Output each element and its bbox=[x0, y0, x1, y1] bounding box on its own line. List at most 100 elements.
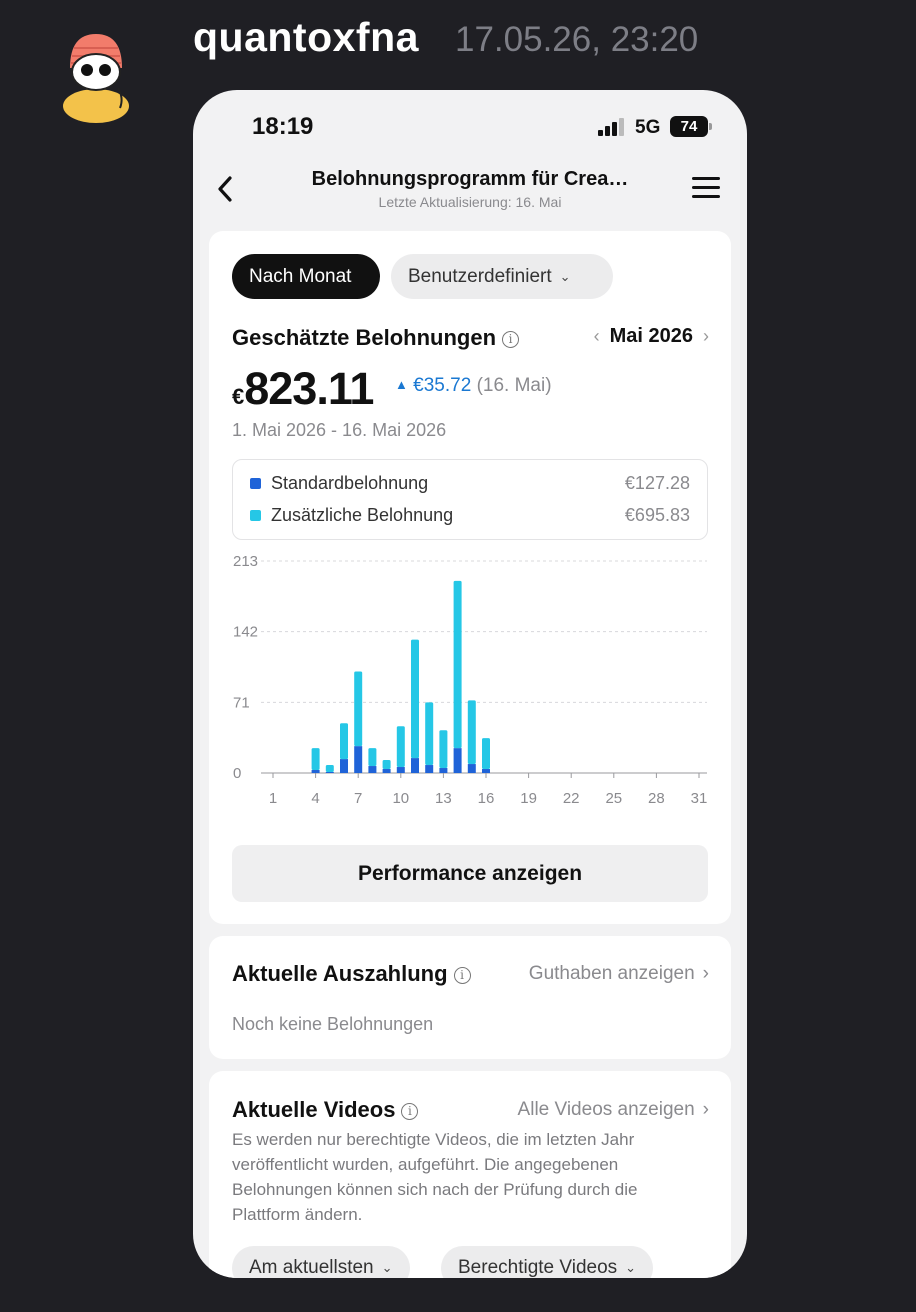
videos-title: Aktuelle Videos bbox=[232, 1097, 396, 1122]
filter-custom[interactable]: Benutzerdefiniert ⌄ bbox=[391, 254, 613, 299]
rewards-title: Geschätzte Belohnungen bbox=[232, 325, 497, 350]
month-selector: ‹ Mai 2026 › bbox=[584, 325, 709, 348]
rewards-bar-chart: 2131427101 4 7 10 13 16 19 22 25 28 31 bbox=[233, 553, 708, 807]
current-month: Mai 2026 bbox=[609, 325, 693, 347]
chevron-down-icon: ⌄ bbox=[559, 269, 571, 285]
x-tick-label: 10 bbox=[392, 790, 409, 807]
filter-label: Berechtigte Videos bbox=[458, 1257, 618, 1278]
delta-date: (16. Mai) bbox=[476, 375, 552, 396]
bar-additional bbox=[411, 639, 419, 759]
x-tick-label: 1 bbox=[269, 790, 277, 807]
bar-standard bbox=[396, 767, 405, 773]
status-bar: 18:19 5G 74 bbox=[193, 90, 747, 160]
amount-value: 823.11 bbox=[244, 363, 374, 414]
payout-card: Aktuelle Auszahlung i Guthaben anzeigen › … bbox=[209, 936, 731, 1059]
prev-month-icon[interactable]: ‹ bbox=[594, 326, 600, 346]
bar-additional bbox=[325, 765, 334, 773]
payout-heading: Aktuelle Auszahlung i bbox=[232, 961, 471, 987]
x-tick-label: 19 bbox=[520, 790, 537, 807]
x-tick-label: 28 bbox=[648, 790, 665, 807]
filter-by-month[interactable]: Nach Monat bbox=[232, 254, 380, 299]
bar-standard bbox=[382, 769, 391, 773]
daily-delta: ▲ €35.72 (16. Mai) bbox=[395, 375, 552, 397]
bar-standard bbox=[453, 748, 462, 773]
legend-standard: Standardbelohnung €127.28 bbox=[250, 472, 690, 496]
all-videos-label: Alle Videos anzeigen bbox=[517, 1099, 695, 1120]
y-tick-label: 142 bbox=[233, 624, 258, 641]
videos-card: Aktuelle Videos i Alle Videos anzeigen › E… bbox=[209, 1071, 731, 1278]
rewards-card: Nach Monat Benutzerdefiniert ⌄ Geschätzte… bbox=[209, 231, 731, 924]
total-amount: €823.11 bbox=[232, 363, 374, 415]
bar-additional bbox=[382, 760, 391, 770]
bar-additional bbox=[368, 748, 377, 767]
info-icon[interactable]: i bbox=[401, 1102, 419, 1120]
x-tick-label: 7 bbox=[354, 790, 362, 807]
filter-dropdown[interactable]: Berechtigte Videos ⌄ bbox=[441, 1246, 654, 1278]
bar-additional bbox=[425, 702, 434, 766]
signal-icon bbox=[598, 118, 628, 136]
legend-additional: Zusätzliche Belohnung €695.83 bbox=[250, 504, 690, 528]
last-updated: Letzte Aktualisierung: 16. Mai bbox=[378, 194, 562, 210]
bar-standard bbox=[425, 765, 434, 773]
x-tick-label: 25 bbox=[605, 790, 622, 807]
delta-value: €35.72 bbox=[413, 375, 472, 396]
bar-additional bbox=[311, 748, 320, 771]
performance-button[interactable]: Performance anzeigen bbox=[232, 845, 708, 902]
up-arrow-icon: ▲ bbox=[395, 377, 408, 392]
bar-additional bbox=[467, 700, 476, 765]
chevron-right-icon: › bbox=[702, 1099, 709, 1120]
y-tick-label: 71 bbox=[233, 694, 250, 711]
legend-amount: €695.83 bbox=[624, 505, 690, 525]
sort-label: Am aktuellsten bbox=[249, 1257, 374, 1278]
info-icon[interactable]: i bbox=[453, 966, 471, 984]
legend-swatch-standard bbox=[250, 478, 261, 489]
post-timestamp: 17.05.26, 23:20 bbox=[455, 20, 699, 59]
y-tick-label: 213 bbox=[233, 553, 258, 570]
bar-standard bbox=[368, 766, 377, 773]
bar-additional bbox=[453, 580, 462, 749]
chevron-right-icon: › bbox=[702, 963, 709, 984]
videos-heading: Aktuelle Videos i bbox=[232, 1097, 419, 1123]
battery-icon: 74 bbox=[670, 116, 712, 137]
bar-additional bbox=[354, 671, 363, 747]
legend-label: Standardbelohnung bbox=[271, 473, 429, 493]
view-balance-link[interactable]: Guthaben anzeigen › bbox=[529, 963, 709, 985]
x-tick-label: 22 bbox=[563, 790, 580, 807]
legend-box: Standardbelohnung €127.28 Zusätzliche Be… bbox=[232, 459, 708, 540]
date-range: 1. Mai 2026 - 16. Mai 2026 bbox=[232, 420, 447, 440]
all-videos-link[interactable]: Alle Videos anzeigen › bbox=[518, 1099, 709, 1121]
avatar bbox=[63, 34, 129, 123]
rewards-heading: Geschätzte Belohnungen i bbox=[232, 325, 520, 351]
top-bar: Belohnungsprogramm für Crea… Letzte Aktu… bbox=[193, 160, 747, 220]
payout-title: Aktuelle Auszahlung bbox=[232, 961, 448, 986]
x-tick-label: 16 bbox=[478, 790, 495, 807]
page-title: Belohnungsprogramm für Crea… bbox=[311, 168, 629, 190]
post-username[interactable]: quantoxfna bbox=[193, 14, 419, 61]
menu-icon[interactable] bbox=[692, 177, 720, 199]
bar-standard bbox=[411, 758, 419, 773]
x-tick-label: 31 bbox=[691, 790, 708, 807]
network-label: 5G bbox=[635, 117, 661, 138]
currency-symbol: € bbox=[232, 384, 245, 409]
status-time: 18:19 bbox=[252, 113, 314, 140]
bar-standard bbox=[354, 746, 363, 773]
bar-standard bbox=[467, 764, 476, 773]
next-month-icon[interactable]: › bbox=[703, 326, 709, 346]
filter-custom-label: Benutzerdefiniert bbox=[408, 266, 552, 287]
sort-dropdown[interactable]: Am aktuellsten ⌄ bbox=[232, 1246, 410, 1278]
x-tick-label: 4 bbox=[311, 790, 319, 807]
y-tick-label: 0 bbox=[233, 765, 241, 782]
view-balance-label: Guthaben anzeigen bbox=[528, 963, 695, 984]
legend-amount: €127.28 bbox=[624, 473, 690, 493]
bar-standard bbox=[311, 770, 320, 773]
bar-additional bbox=[439, 730, 448, 769]
bar-standard bbox=[482, 769, 490, 773]
back-arrow-icon[interactable] bbox=[215, 174, 239, 204]
bar-additional bbox=[396, 726, 405, 768]
bar-additional bbox=[482, 738, 490, 770]
info-icon[interactable]: i bbox=[502, 330, 520, 348]
chevron-down-icon: ⌄ bbox=[381, 1260, 393, 1275]
chevron-down-icon: ⌄ bbox=[625, 1260, 637, 1275]
bar-standard bbox=[439, 768, 448, 773]
bar-standard bbox=[325, 772, 334, 773]
